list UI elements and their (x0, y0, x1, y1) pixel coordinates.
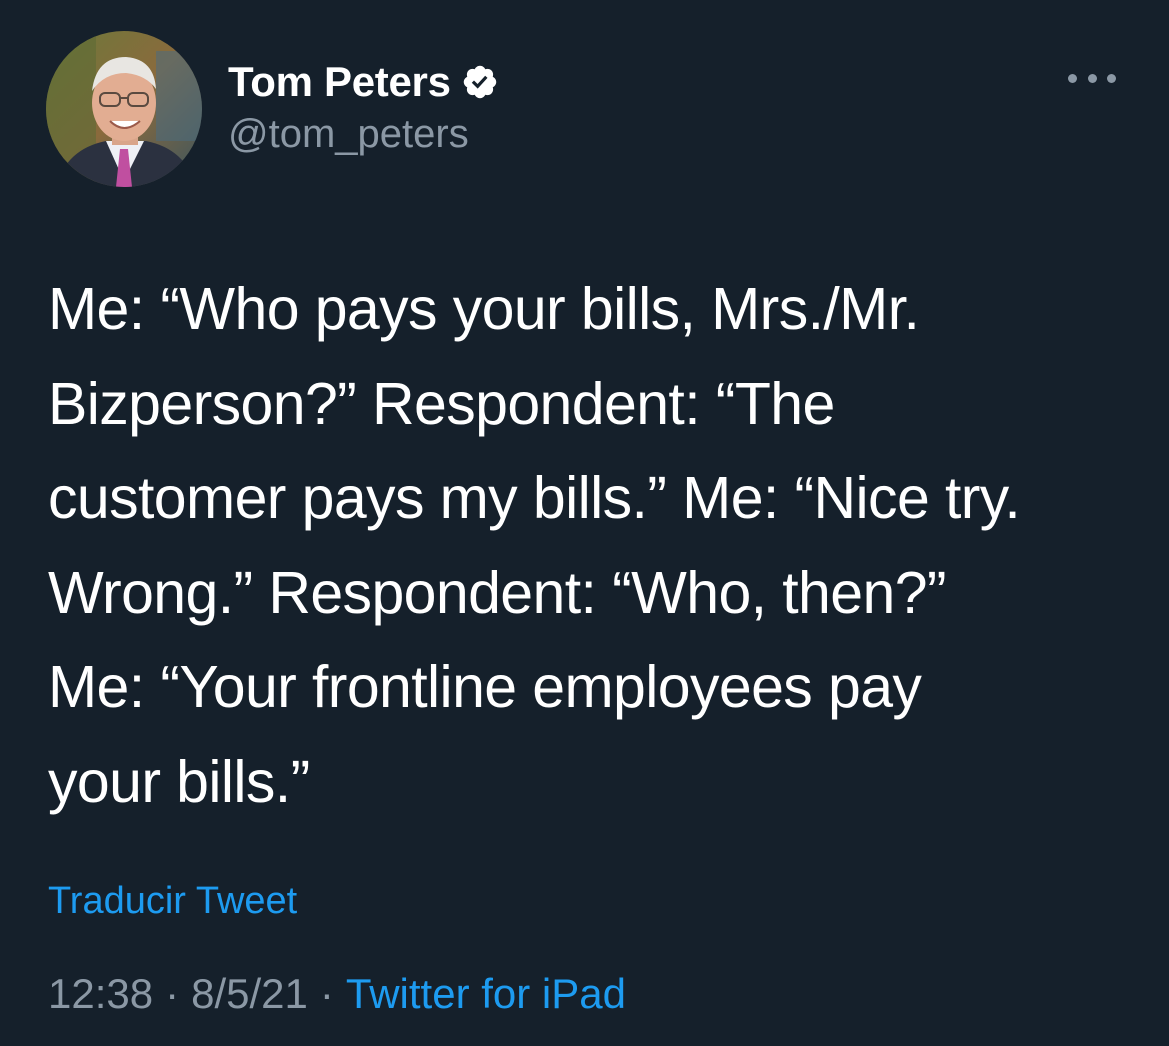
author-name-row[interactable]: Tom Peters (228, 56, 499, 108)
tweet-text-line: Me: “Who pays your bills, Mrs./Mr. (48, 276, 920, 342)
tweet-text: Me: “Who pays your bills, Mrs./Mr. Bizpe… (48, 262, 1138, 829)
verified-badge-icon (461, 63, 499, 101)
more-options-icon[interactable] (1068, 66, 1116, 90)
meta-separator: · (319, 970, 334, 1017)
dot (1068, 73, 1077, 83)
tweet-text-line: Me: “Your frontline employees pay (48, 654, 922, 720)
tweet-text-line: Bizperson?” Respondent: “The (48, 370, 835, 437)
tweet-source-link[interactable]: Twitter for iPad (346, 970, 626, 1018)
dot (1087, 73, 1097, 83)
avatar-photo (46, 31, 202, 187)
translate-tweet-link[interactable]: Traducir Tweet (48, 880, 297, 923)
dot (1107, 73, 1116, 83)
tweet-text-line: customer pays my bills.” Me: “Nice try. (48, 465, 1021, 531)
tweet-meta: 12:38 · 8/5/21 · Twitter for iPad (48, 970, 626, 1018)
tweet-text-line: your bills.” (48, 748, 310, 815)
meta-separator: · (165, 970, 180, 1017)
tweet-text-line: Wrong.” Respondent: “Who, then?” (48, 559, 947, 626)
author-handle[interactable]: @tom_peters (228, 112, 469, 157)
avatar[interactable] (46, 31, 202, 187)
tweet-time[interactable]: 12:38 (48, 970, 153, 1018)
author-display-name[interactable]: Tom Peters (228, 58, 451, 106)
tweet: Tom Peters @tom_peters Me: “Who pays you… (0, 0, 1169, 1046)
tweet-date[interactable]: 8/5/21 (191, 970, 308, 1018)
